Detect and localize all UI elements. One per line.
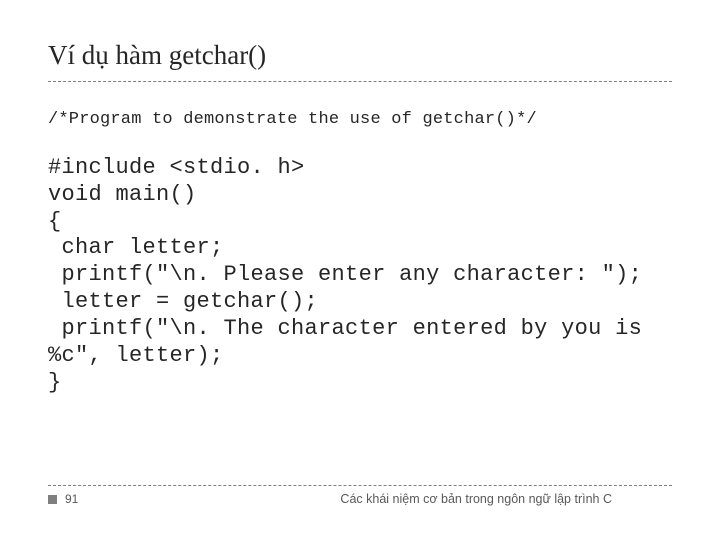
slide-footer: 91 Các khái niệm cơ bản trong ngôn ngữ l… <box>48 485 672 506</box>
slide-content: Ví dụ hàm getchar() /*Program to demonst… <box>0 0 720 396</box>
footer-divider <box>48 485 672 486</box>
slide-title: Ví dụ hàm getchar() <box>48 40 672 79</box>
code-comment: /*Program to demonstrate the use of getc… <box>48 110 672 129</box>
title-divider <box>48 81 672 82</box>
code-block: #include <stdio. h> void main() { char l… <box>48 155 672 396</box>
footer-marker-icon <box>48 495 57 504</box>
footer-row: 91 Các khái niệm cơ bản trong ngôn ngữ l… <box>48 492 672 506</box>
footer-text: Các khái niệm cơ bản trong ngôn ngữ lập … <box>340 492 612 506</box>
page-number: 91 <box>65 492 78 506</box>
